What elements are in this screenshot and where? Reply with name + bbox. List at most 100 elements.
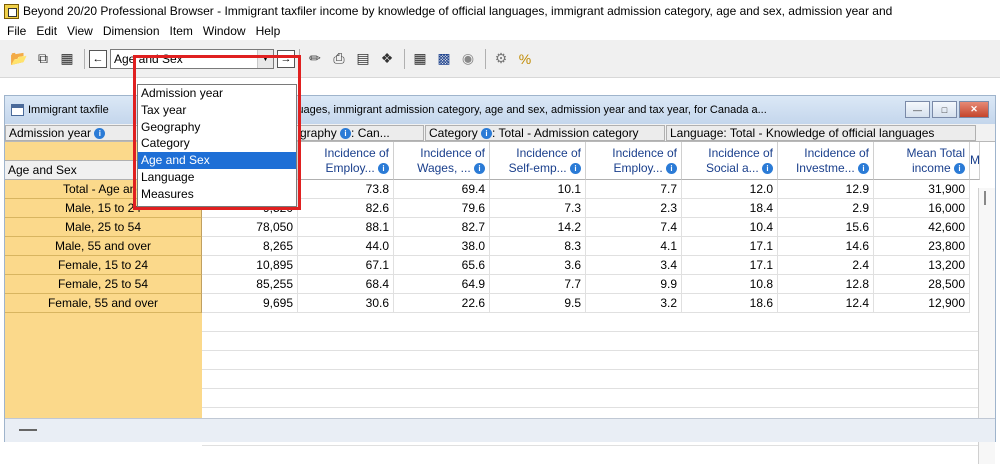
- table-cell[interactable]: 82.6: [298, 199, 394, 218]
- info-icon[interactable]: i: [954, 162, 965, 174]
- table-cell[interactable]: 69.4: [394, 180, 490, 199]
- dimension-language[interactable]: Language: Total - Knowledge of official …: [666, 125, 976, 141]
- table-cell[interactable]: 4.1: [586, 237, 682, 256]
- table-cell[interactable]: 9.9: [586, 275, 682, 294]
- table-cell[interactable]: 3.6: [490, 256, 586, 275]
- table-cell[interactable]: 23,800: [874, 237, 970, 256]
- chevron-down-icon[interactable]: ▼: [257, 49, 273, 68]
- menu-view[interactable]: View: [62, 24, 98, 38]
- table-cell[interactable]: 10.1: [490, 180, 586, 199]
- menu-dimension[interactable]: Dimension: [98, 24, 165, 38]
- row-label[interactable]: Female, 25 to 54: [5, 275, 202, 294]
- dropdown-option-tax-year[interactable]: Tax year: [138, 102, 296, 119]
- table-cell[interactable]: 9,695: [202, 294, 298, 313]
- open-icon[interactable]: 📂: [8, 48, 30, 70]
- table-cell[interactable]: 2.4: [778, 256, 874, 275]
- row-label[interactable]: Male, 25 to 54: [5, 218, 202, 237]
- row-label[interactable]: Female, 55 and over: [5, 294, 202, 313]
- table-cell[interactable]: 78,050: [202, 218, 298, 237]
- table-cell[interactable]: 15.6: [778, 218, 874, 237]
- table-cell[interactable]: 7.4: [586, 218, 682, 237]
- column-header[interactable]: Incidence of Wages, ... i: [394, 142, 490, 180]
- info-icon[interactable]: i: [340, 128, 352, 140]
- table-cell[interactable]: 28,500: [874, 275, 970, 294]
- table-cell[interactable]: 18.4: [682, 199, 778, 218]
- column-header[interactable]: Mean Total income i: [874, 142, 970, 180]
- dimension-admission-year[interactable]: Admission year i: [5, 125, 140, 141]
- minimize-button[interactable]: —: [905, 101, 930, 118]
- table-cell[interactable]: 10.4: [682, 218, 778, 237]
- gear-icon[interactable]: ⚙: [490, 48, 512, 70]
- column-header[interactable]: Incidence of Employ... i: [298, 142, 394, 180]
- table-cell[interactable]: 65.6: [394, 256, 490, 275]
- table-cell[interactable]: 8.3: [490, 237, 586, 256]
- table-cell[interactable]: 2.9: [778, 199, 874, 218]
- info-icon[interactable]: i: [666, 162, 677, 174]
- prev-dimension-icon[interactable]: ←: [89, 49, 107, 68]
- info-icon[interactable]: i: [94, 128, 106, 140]
- table-cell[interactable]: 3.4: [586, 256, 682, 275]
- table-cell[interactable]: 22.6: [394, 294, 490, 313]
- table-cell[interactable]: 12,900: [874, 294, 970, 313]
- table-cell[interactable]: 7.7: [586, 180, 682, 199]
- table-cell[interactable]: 10.8: [682, 275, 778, 294]
- table-cell[interactable]: 7.7: [490, 275, 586, 294]
- scrollbar-thumb[interactable]: [984, 191, 986, 205]
- info-icon[interactable]: i: [378, 162, 389, 174]
- menu-edit[interactable]: Edit: [31, 24, 62, 38]
- globe-icon[interactable]: ◉: [457, 48, 479, 70]
- table-cell[interactable]: 17.1: [682, 256, 778, 275]
- grid-icon[interactable]: ▦: [56, 48, 78, 70]
- next-dimension-icon[interactable]: →: [277, 49, 295, 68]
- table-cell[interactable]: 17.1: [682, 237, 778, 256]
- dimension-select[interactable]: Age and Sex ▼: [110, 48, 274, 69]
- column-header[interactable]: M: [970, 142, 980, 180]
- table-cell[interactable]: 2.3: [586, 199, 682, 218]
- table-cell[interactable]: 42,600: [874, 218, 970, 237]
- column-header[interactable]: Incidence of Investme... i: [778, 142, 874, 180]
- table-cell[interactable]: 31,900: [874, 180, 970, 199]
- percent-icon[interactable]: %: [514, 48, 536, 70]
- table-cell[interactable]: 9.5: [490, 294, 586, 313]
- table-cell[interactable]: 7.3: [490, 199, 586, 218]
- dropdown-option-geography[interactable]: Geography: [138, 119, 296, 136]
- table-cell[interactable]: 68.4: [298, 275, 394, 294]
- pencil-icon[interactable]: ✏: [304, 48, 326, 70]
- info-icon[interactable]: i: [474, 162, 485, 174]
- filter-icon[interactable]: ❖: [376, 48, 398, 70]
- table-cell[interactable]: 85,255: [202, 275, 298, 294]
- column-header[interactable]: Incidence of Social a... i: [682, 142, 778, 180]
- dimension-category[interactable]: Category i: Total - Admission category: [425, 125, 665, 141]
- info-icon[interactable]: i: [481, 128, 493, 140]
- table-cell[interactable]: 73.8: [298, 180, 394, 199]
- copy-icon[interactable]: ⧉: [32, 48, 54, 70]
- table-cell[interactable]: 44.0: [298, 237, 394, 256]
- dimension-geography[interactable]: graphy i: Can...: [296, 125, 424, 141]
- table-cell[interactable]: 64.9: [394, 275, 490, 294]
- menu-help[interactable]: Help: [251, 24, 286, 38]
- table-cell[interactable]: 14.2: [490, 218, 586, 237]
- bar-chart-icon[interactable]: ▩: [433, 48, 455, 70]
- print-icon[interactable]: ⎙: [328, 48, 350, 70]
- row-label[interactable]: Female, 15 to 24: [5, 256, 202, 275]
- table-cell[interactable]: 12.0: [682, 180, 778, 199]
- table-cell[interactable]: 14.6: [778, 237, 874, 256]
- table-cell[interactable]: 82.7: [394, 218, 490, 237]
- table-cell[interactable]: 67.1: [298, 256, 394, 275]
- table-cell[interactable]: 79.6: [394, 199, 490, 218]
- column-header[interactable]: Incidence of Employ... i: [586, 142, 682, 180]
- menu-item[interactable]: Item: [165, 24, 198, 38]
- table-cell[interactable]: 88.1: [298, 218, 394, 237]
- dropdown-option-measures[interactable]: Measures: [138, 186, 296, 203]
- info-icon[interactable]: i: [762, 162, 773, 174]
- menu-file[interactable]: File: [2, 24, 31, 38]
- menu-window[interactable]: Window: [198, 24, 251, 38]
- table-cell[interactable]: 12.4: [778, 294, 874, 313]
- table-cell[interactable]: 13,200: [874, 256, 970, 275]
- dropdown-option-age-and-sex[interactable]: Age and Sex: [138, 152, 296, 169]
- table-cell[interactable]: 3.2: [586, 294, 682, 313]
- row-label[interactable]: Male, 55 and over: [5, 237, 202, 256]
- table-icon[interactable]: ▦: [409, 48, 431, 70]
- table-cell[interactable]: 16,000: [874, 199, 970, 218]
- table-cell[interactable]: 38.0: [394, 237, 490, 256]
